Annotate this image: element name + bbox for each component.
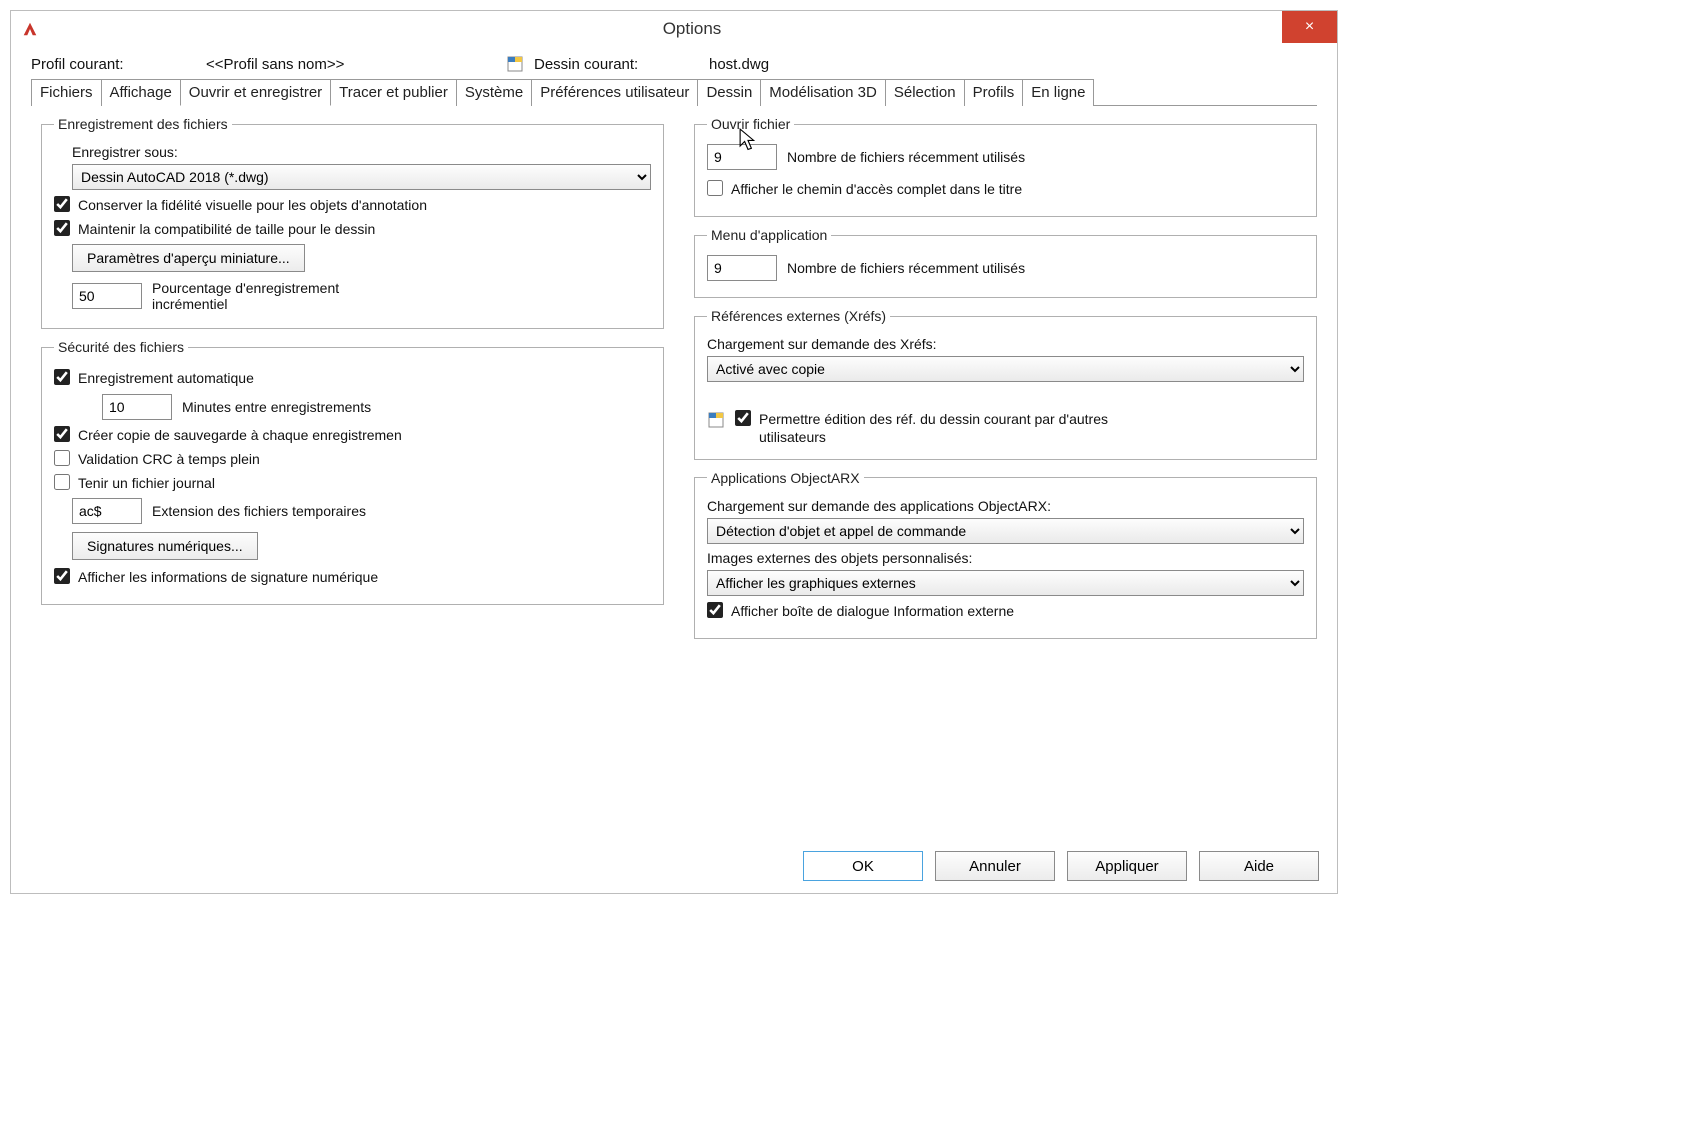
group-arx: Applications ObjectARX Chargement sur de…: [694, 470, 1317, 639]
close-button[interactable]: ×: [1282, 11, 1337, 43]
arx-show-dialog-checkbox[interactable]: [707, 602, 723, 618]
arx-proxy-select[interactable]: Afficher les graphiques externes: [707, 570, 1304, 596]
left-column: Enregistrement des fichiers Enregistrer …: [41, 116, 664, 639]
group-open-legend: Ouvrir fichier: [707, 116, 794, 132]
tab-profils[interactable]: Profils: [964, 79, 1024, 106]
temp-ext-label: Extension des fichiers temporaires: [152, 503, 366, 519]
arx-proxy-label: Images externes des objets personnalisés…: [707, 550, 972, 566]
journal-label: Tenir un fichier journal: [78, 474, 215, 492]
autosave-minutes-label: Minutes entre enregistrements: [182, 399, 371, 415]
group-xref-legend: Références externes (Xréfs): [707, 308, 890, 324]
thumbnail-settings-button[interactable]: Paramètres d'aperçu miniature...: [72, 244, 305, 272]
save-as-select[interactable]: Dessin AutoCAD 2018 (*.dwg): [72, 164, 651, 190]
arx-demand-label: Chargement sur demande des applications …: [707, 498, 1051, 514]
drawing-label: Dessin courant:: [534, 56, 709, 73]
ok-button[interactable]: OK: [803, 851, 923, 881]
tab-modelisation[interactable]: Modélisation 3D: [760, 79, 886, 106]
cancel-button[interactable]: Annuler: [935, 851, 1055, 881]
xref-demand-select[interactable]: Activé avec copie: [707, 356, 1304, 382]
group-save-legend: Enregistrement des fichiers: [54, 116, 232, 132]
group-security: Sécurité des fichiers Enregistrement aut…: [41, 339, 664, 605]
group-menu: Menu d'application Nombre de fichiers ré…: [694, 227, 1317, 298]
open-recent-label: Nombre de fichiers récemment utilisés: [787, 149, 1025, 165]
keep-size-checkbox[interactable]: [54, 220, 70, 236]
dwg-file-icon: [707, 410, 727, 433]
tab-dessin[interactable]: Dessin: [697, 79, 761, 106]
autosave-label: Enregistrement automatique: [78, 369, 254, 387]
show-signature-label: Afficher les informations de signature n…: [78, 568, 378, 586]
help-button[interactable]: Aide: [1199, 851, 1319, 881]
tab-affichage[interactable]: Affichage: [101, 79, 181, 106]
keep-fidelity-label: Conserver la fidélité visuelle pour les …: [78, 196, 427, 214]
group-save: Enregistrement des fichiers Enregistrer …: [41, 116, 664, 329]
xref-demand-label: Chargement sur demande des Xréfs:: [707, 336, 937, 352]
autosave-minutes-input[interactable]: [102, 394, 172, 420]
tab-strip: Fichiers Affichage Ouvrir et enregistrer…: [31, 78, 1317, 106]
xref-allow-edit-checkbox[interactable]: [735, 410, 751, 426]
tab-selection[interactable]: Sélection: [885, 79, 965, 106]
tab-tracer-publier[interactable]: Tracer et publier: [330, 79, 457, 106]
group-open: Ouvrir fichier Nombre de fichiers récemm…: [694, 116, 1317, 217]
menu-recent-label: Nombre de fichiers récemment utilisés: [787, 260, 1025, 276]
tab-fichiers[interactable]: Fichiers: [31, 79, 102, 106]
dwg-file-icon: [506, 54, 526, 74]
journal-checkbox[interactable]: [54, 474, 70, 490]
crc-label: Validation CRC à temps plein: [78, 450, 260, 468]
tab-enligne[interactable]: En ligne: [1022, 79, 1094, 106]
header-row: Profil courant: <<Profil sans nom>> Dess…: [11, 46, 1337, 78]
open-recent-input[interactable]: [707, 144, 777, 170]
profile-label: Profil courant:: [31, 56, 206, 73]
temp-ext-input[interactable]: [72, 498, 142, 524]
signatures-button[interactable]: Signatures numériques...: [72, 532, 258, 560]
backup-checkbox[interactable]: [54, 426, 70, 442]
incremental-pct-input[interactable]: [72, 283, 142, 309]
menu-recent-input[interactable]: [707, 255, 777, 281]
drawing-value: host.dwg: [709, 56, 769, 73]
show-signature-checkbox[interactable]: [54, 568, 70, 584]
keep-size-label: Maintenir la compatibilité de taille pou…: [78, 220, 375, 238]
tab-ouvrir-enregistrer[interactable]: Ouvrir et enregistrer: [180, 79, 331, 106]
crc-checkbox[interactable]: [54, 450, 70, 466]
app-logo-icon: [21, 20, 39, 38]
titlebar: Options ×: [11, 11, 1337, 46]
profile-value: <<Profil sans nom>>: [206, 56, 506, 73]
tab-systeme[interactable]: Système: [456, 79, 532, 106]
full-path-label: Afficher le chemin d'accès complet dans …: [731, 180, 1022, 198]
tab-content: Enregistrement des fichiers Enregistrer …: [11, 106, 1337, 649]
group-arx-legend: Applications ObjectARX: [707, 470, 864, 486]
keep-fidelity-checkbox[interactable]: [54, 196, 70, 212]
full-path-checkbox[interactable]: [707, 180, 723, 196]
group-security-legend: Sécurité des fichiers: [54, 339, 188, 355]
arx-demand-select[interactable]: Détection d'objet et appel de commande: [707, 518, 1304, 544]
autosave-checkbox[interactable]: [54, 369, 70, 385]
window-title: Options: [47, 19, 1337, 39]
right-column: Ouvrir fichier Nombre de fichiers récemm…: [694, 116, 1317, 639]
backup-label: Créer copie de sauvegarde à chaque enreg…: [78, 426, 402, 444]
options-window: Options × Profil courant: <<Profil sans …: [10, 10, 1338, 894]
xref-allow-edit-label: Permettre édition des réf. du dessin cou…: [759, 410, 1119, 446]
group-xref: Références externes (Xréfs) Chargement s…: [694, 308, 1317, 459]
apply-button[interactable]: Appliquer: [1067, 851, 1187, 881]
incremental-pct-label: Pourcentage d'enregistrement incrémentie…: [152, 280, 412, 312]
save-as-label: Enregistrer sous:: [72, 144, 178, 160]
tab-preferences[interactable]: Préférences utilisateur: [531, 79, 698, 106]
group-menu-legend: Menu d'application: [707, 227, 831, 243]
dialog-footer: OK Annuler Appliquer Aide: [803, 851, 1319, 881]
arx-show-dialog-label: Afficher boîte de dialogue Information e…: [731, 602, 1014, 620]
